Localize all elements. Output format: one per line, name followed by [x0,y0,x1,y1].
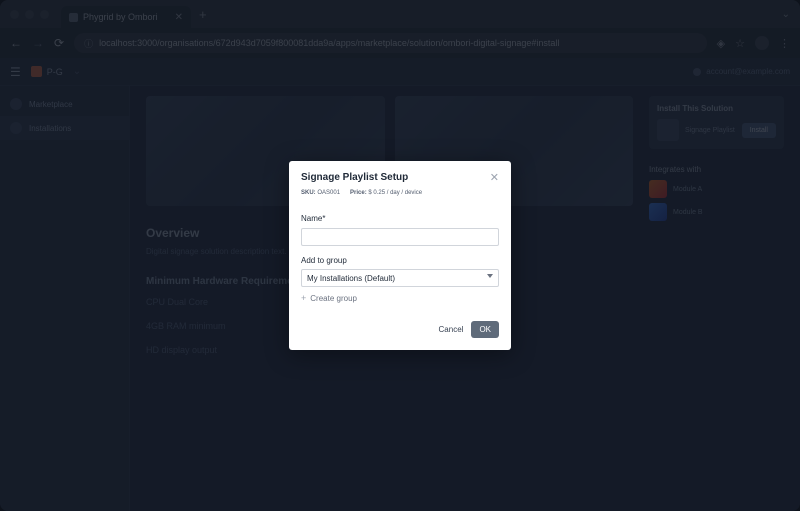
ok-button[interactable]: OK [471,321,499,338]
cancel-button[interactable]: Cancel [439,321,464,338]
name-input[interactable] [301,228,499,246]
group-select[interactable]: My Installations (Default) [301,269,499,287]
plus-icon: + [301,293,306,303]
price-value: $ 0.25 / day / device [368,190,422,196]
create-group-link[interactable]: + Create group [301,293,499,303]
modal-overlay[interactable]: Signage Playlist Setup ✕ SKU: OAS001 Pri… [0,0,800,511]
create-group-label: Create group [310,294,357,303]
modal-title: Signage Playlist Setup [301,172,408,183]
group-label: Add to group [301,256,499,265]
price-label: Price: [350,190,367,196]
sku-label: SKU: [301,190,316,196]
setup-modal: Signage Playlist Setup ✕ SKU: OAS001 Pri… [289,161,511,350]
sku-value: OAS001 [317,190,340,196]
modal-meta: SKU: OAS001 Price: $ 0.25 / day / device [289,190,511,204]
close-icon[interactable]: ✕ [490,171,499,184]
name-label: Name* [301,214,499,223]
